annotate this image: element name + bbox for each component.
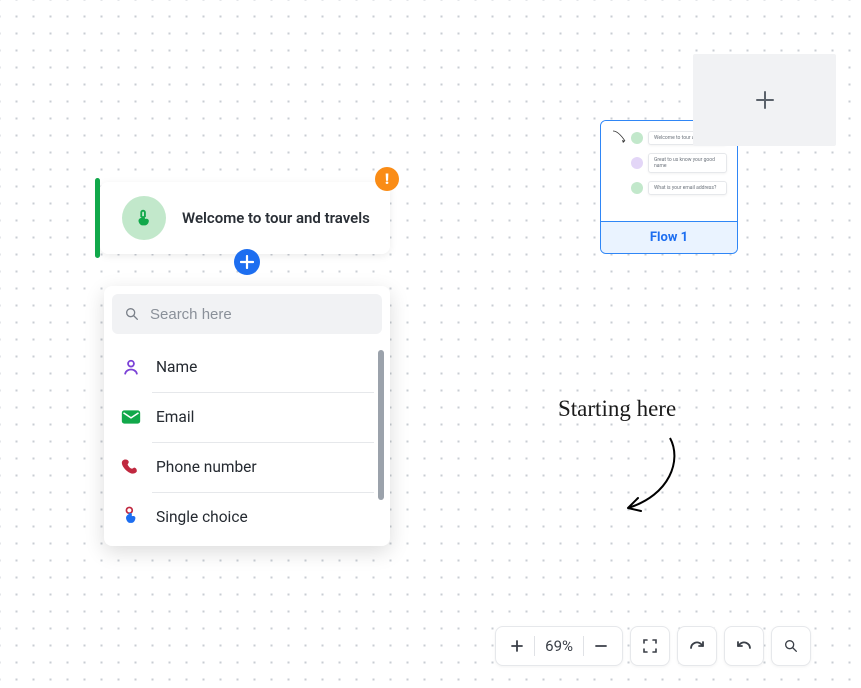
mini-card: Great to us know your good name xyxy=(648,153,727,173)
field-option-label: Email xyxy=(156,408,194,426)
welcome-node[interactable]: Welcome to tour and travels xyxy=(100,182,390,254)
welcome-node-title: Welcome to tour and travels xyxy=(182,208,370,228)
plus-icon xyxy=(510,639,524,653)
field-option-label: Name xyxy=(156,358,197,376)
zoom-out-button[interactable] xyxy=(584,627,618,665)
redo-icon xyxy=(688,639,706,653)
dropdown-list: Name Email Phone number Single choice xyxy=(112,342,382,546)
redo-button[interactable] xyxy=(677,626,717,666)
field-option-name[interactable]: Name xyxy=(112,342,382,392)
node-accent xyxy=(95,178,100,258)
phone-icon xyxy=(120,456,142,478)
tap-icon xyxy=(120,506,142,528)
field-option-email[interactable]: Email xyxy=(112,392,382,442)
mini-node-dot xyxy=(631,182,643,194)
fullscreen-icon xyxy=(642,638,658,654)
mini-node-dot xyxy=(631,132,643,144)
warning-icon[interactable]: ! xyxy=(375,167,399,191)
annotation-arrow-icon xyxy=(610,430,700,525)
add-flow-tile[interactable] xyxy=(693,54,836,146)
fit-screen-button[interactable] xyxy=(630,626,670,666)
mini-arrow-icon xyxy=(611,129,631,147)
mini-node-dot xyxy=(631,157,643,169)
add-step-button[interactable] xyxy=(234,249,260,275)
undo-button[interactable] xyxy=(724,626,764,666)
field-type-dropdown: Name Email Phone number Single choice xyxy=(104,286,390,546)
search-box[interactable] xyxy=(112,294,382,334)
field-option-label: Single choice xyxy=(156,508,248,526)
zoom-in-button[interactable] xyxy=(500,627,534,665)
tap-circle-icon xyxy=(122,196,166,240)
field-option-phone[interactable]: Phone number xyxy=(112,442,382,492)
search-icon xyxy=(783,638,799,654)
flow-label: Flow 1 xyxy=(601,221,737,253)
person-icon xyxy=(120,356,142,378)
field-option-label: Phone number xyxy=(156,458,257,476)
mail-icon xyxy=(120,406,142,428)
canvas-toolbar: 69% xyxy=(495,626,811,666)
mini-card: What is your email address? xyxy=(648,181,727,195)
zoom-control: 69% xyxy=(495,626,623,666)
field-option-single-choice[interactable]: Single choice xyxy=(112,492,382,542)
undo-icon xyxy=(735,639,753,653)
search-icon xyxy=(124,306,140,322)
search-input[interactable] xyxy=(150,306,370,323)
plus-icon xyxy=(753,88,777,112)
search-canvas-button[interactable] xyxy=(771,626,811,666)
minus-icon xyxy=(594,639,608,653)
annotation-text: Starting here xyxy=(558,396,676,422)
zoom-level[interactable]: 69% xyxy=(535,627,583,665)
